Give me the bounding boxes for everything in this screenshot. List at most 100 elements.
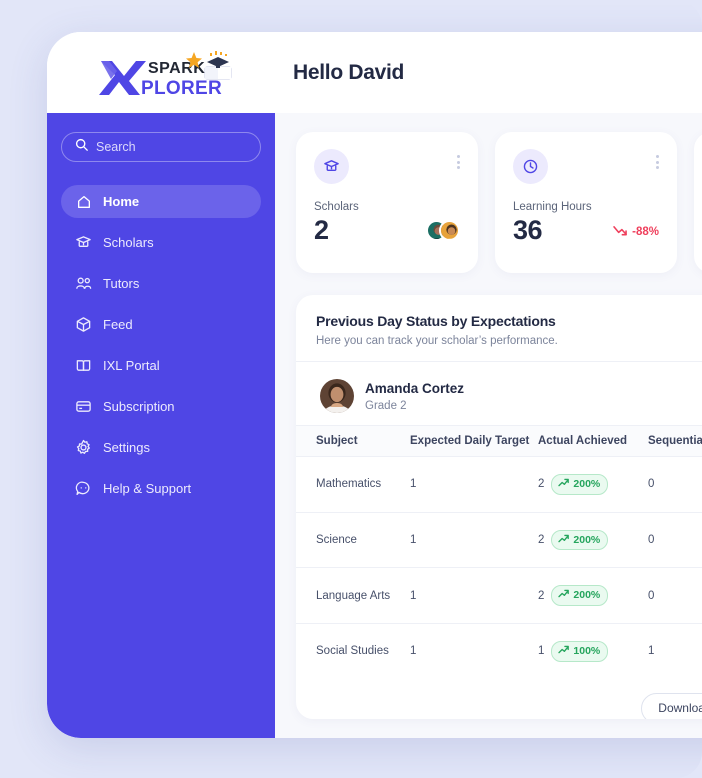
scholar-info: Amanda Cortez Grade 2 (365, 381, 464, 412)
subject-table: Subject Expected Daily Target Actual Ach… (296, 425, 702, 679)
stat-card-value: 36 (513, 215, 543, 245)
column-header-expected-daily-target[interactable]: Expected Daily Target (410, 425, 538, 457)
sidebar-item-label: Scholars (103, 235, 154, 250)
stat-card-value: 2 (314, 215, 329, 245)
stat-card-scholars[interactable]: Scholars 2 (296, 132, 478, 273)
table-row[interactable]: Mathematics 1 2 200% 0 (296, 456, 702, 513)
stat-card-bottom: 36 -88% (513, 215, 659, 246)
stat-card-bottom: 2 (314, 215, 460, 246)
status-badge-label: 200% (573, 589, 601, 602)
cell-subject: Mathematics (296, 456, 410, 513)
status-badge: 200% (551, 585, 609, 607)
panel-footer: Download Report (296, 679, 702, 719)
cube-icon (75, 316, 92, 333)
column-header-sequential[interactable]: Sequential (648, 425, 702, 457)
panel-subtitle: Here you can track your scholar’s perfor… (316, 335, 558, 347)
status-badge-label: 100% (573, 645, 601, 658)
sidebar-item-help-support[interactable]: Help & Support (61, 472, 261, 505)
sidebar-item-label: IXL Portal (103, 358, 160, 373)
scholar-avatar-group[interactable] (426, 219, 460, 246)
brand-logo[interactable]: SPARK PLORER (47, 49, 275, 97)
stat-card-learning-hours[interactable]: Learning Hours 36 -88% (495, 132, 677, 273)
users-icon (75, 275, 92, 292)
stat-card-row: Scholars 2 Learning Hours 36 -88% (296, 132, 702, 273)
sidebar: Home Scholars (47, 113, 275, 738)
status-badge: 200% (551, 474, 609, 495)
credit-card-icon (75, 398, 92, 415)
panel-title: Previous Day Status by Expectations (316, 313, 556, 329)
table-body: Mathematics 1 2 200% 0 Science 1 2 200% … (296, 456, 702, 679)
cell-sequential: 0 (648, 456, 702, 513)
cell-target: 1 (410, 567, 538, 625)
status-badge-label: 200% (573, 533, 601, 546)
page-title: Hello David (293, 60, 405, 84)
sparkxplorer-logo-icon: SPARK PLORER (99, 50, 232, 97)
sidebar-item-label: Subscription (103, 399, 175, 414)
status-badge-label: 200% (573, 478, 601, 490)
cell-subject: Science (296, 512, 410, 569)
page-root: SPARK PLORER Hello David Search Home Sch… (0, 0, 702, 778)
sidebar-item-subscription[interactable]: Subscription (61, 390, 261, 423)
column-header-actual-achieved[interactable]: Actual Achieved (538, 425, 648, 457)
cell-target: 1 (410, 645, 417, 658)
home-icon (75, 193, 92, 210)
search-box[interactable] (61, 132, 261, 162)
sidebar-item-settings[interactable]: Settings (61, 431, 261, 464)
app-window: SPARK PLORER Hello David Search Home Sch… (47, 32, 702, 738)
gear-icon (75, 439, 92, 456)
graduation-cap-icon (75, 234, 92, 251)
table-header: Subject Expected Daily Target Actual Ach… (296, 425, 702, 457)
scholar-grade: Grade 2 (365, 399, 407, 412)
search-icon (75, 138, 88, 156)
book-icon (75, 357, 92, 374)
graduation-book-icon (204, 50, 232, 79)
cell-actual: 2 200% (538, 456, 648, 513)
trend-value: -88% (632, 226, 659, 239)
actual-value: 2 (538, 589, 545, 602)
sidebar-item-scholars[interactable]: Scholars (61, 226, 261, 259)
stat-card-top (314, 149, 460, 184)
stat-card-partial[interactable] (694, 132, 702, 273)
column-header-subject[interactable]: Subject (296, 425, 410, 457)
sidebar-item-feed[interactable]: Feed (61, 308, 261, 341)
cell-sequential: 0 (648, 512, 702, 569)
trend-down-icon (613, 225, 628, 240)
cell-actual: 1 100% (538, 624, 648, 679)
sidebar-item-label: Home (103, 194, 140, 209)
status-badge: 100% (551, 641, 609, 662)
scholar-name: Amanda Cortez (365, 380, 465, 396)
cell-sequential: 1 (648, 645, 655, 658)
sidebar-item-label: Feed (103, 317, 133, 332)
table-row[interactable]: Social Studies 1 1 100% 1 (296, 624, 702, 679)
dots-vertical-icon[interactable] (457, 149, 460, 169)
actual-value: 2 (538, 534, 545, 547)
panel-header: Previous Day Status by Expectations Here… (296, 295, 702, 362)
sidebar-item-home[interactable]: Home (61, 185, 261, 218)
graduation-cap-icon (314, 149, 349, 184)
svg-text:PLORER: PLORER (141, 78, 222, 97)
actual-value: 2 (538, 478, 545, 491)
cell-sequential: 0 (648, 567, 702, 625)
table-row[interactable]: Language Arts 1 2 200% 0 (296, 567, 702, 625)
sidebar-item-label: Tutors (103, 276, 140, 291)
search-input[interactable] (96, 140, 247, 154)
download-report-button[interactable]: Download Report (641, 692, 702, 719)
table-row[interactable]: Science 1 2 200% 0 (296, 512, 702, 569)
sidebar-item-tutors[interactable]: Tutors (61, 267, 261, 300)
sidebar-item-label: Settings (103, 440, 150, 455)
dots-vertical-icon[interactable] (656, 149, 659, 169)
status-badge: 200% (551, 529, 609, 551)
sidebar-item-ixl-portal[interactable]: IXL Portal (61, 349, 261, 382)
cell-subject: Social Studies (316, 645, 389, 658)
trend-up-icon (558, 644, 570, 659)
cell-target: 1 (410, 512, 538, 569)
trend-up-icon (558, 533, 570, 548)
sidebar-item-label: Help & Support (103, 481, 192, 496)
scholar-row[interactable]: Amanda Cortez Grade 2 (296, 362, 702, 425)
trend-up-icon (558, 588, 570, 603)
actual-value: 1 (538, 645, 545, 658)
cell-subject: Language Arts (296, 567, 410, 625)
cell-target: 1 (410, 456, 538, 513)
previous-day-status-panel: Previous Day Status by Expectations Here… (296, 295, 702, 719)
trend-up-icon (558, 477, 570, 492)
